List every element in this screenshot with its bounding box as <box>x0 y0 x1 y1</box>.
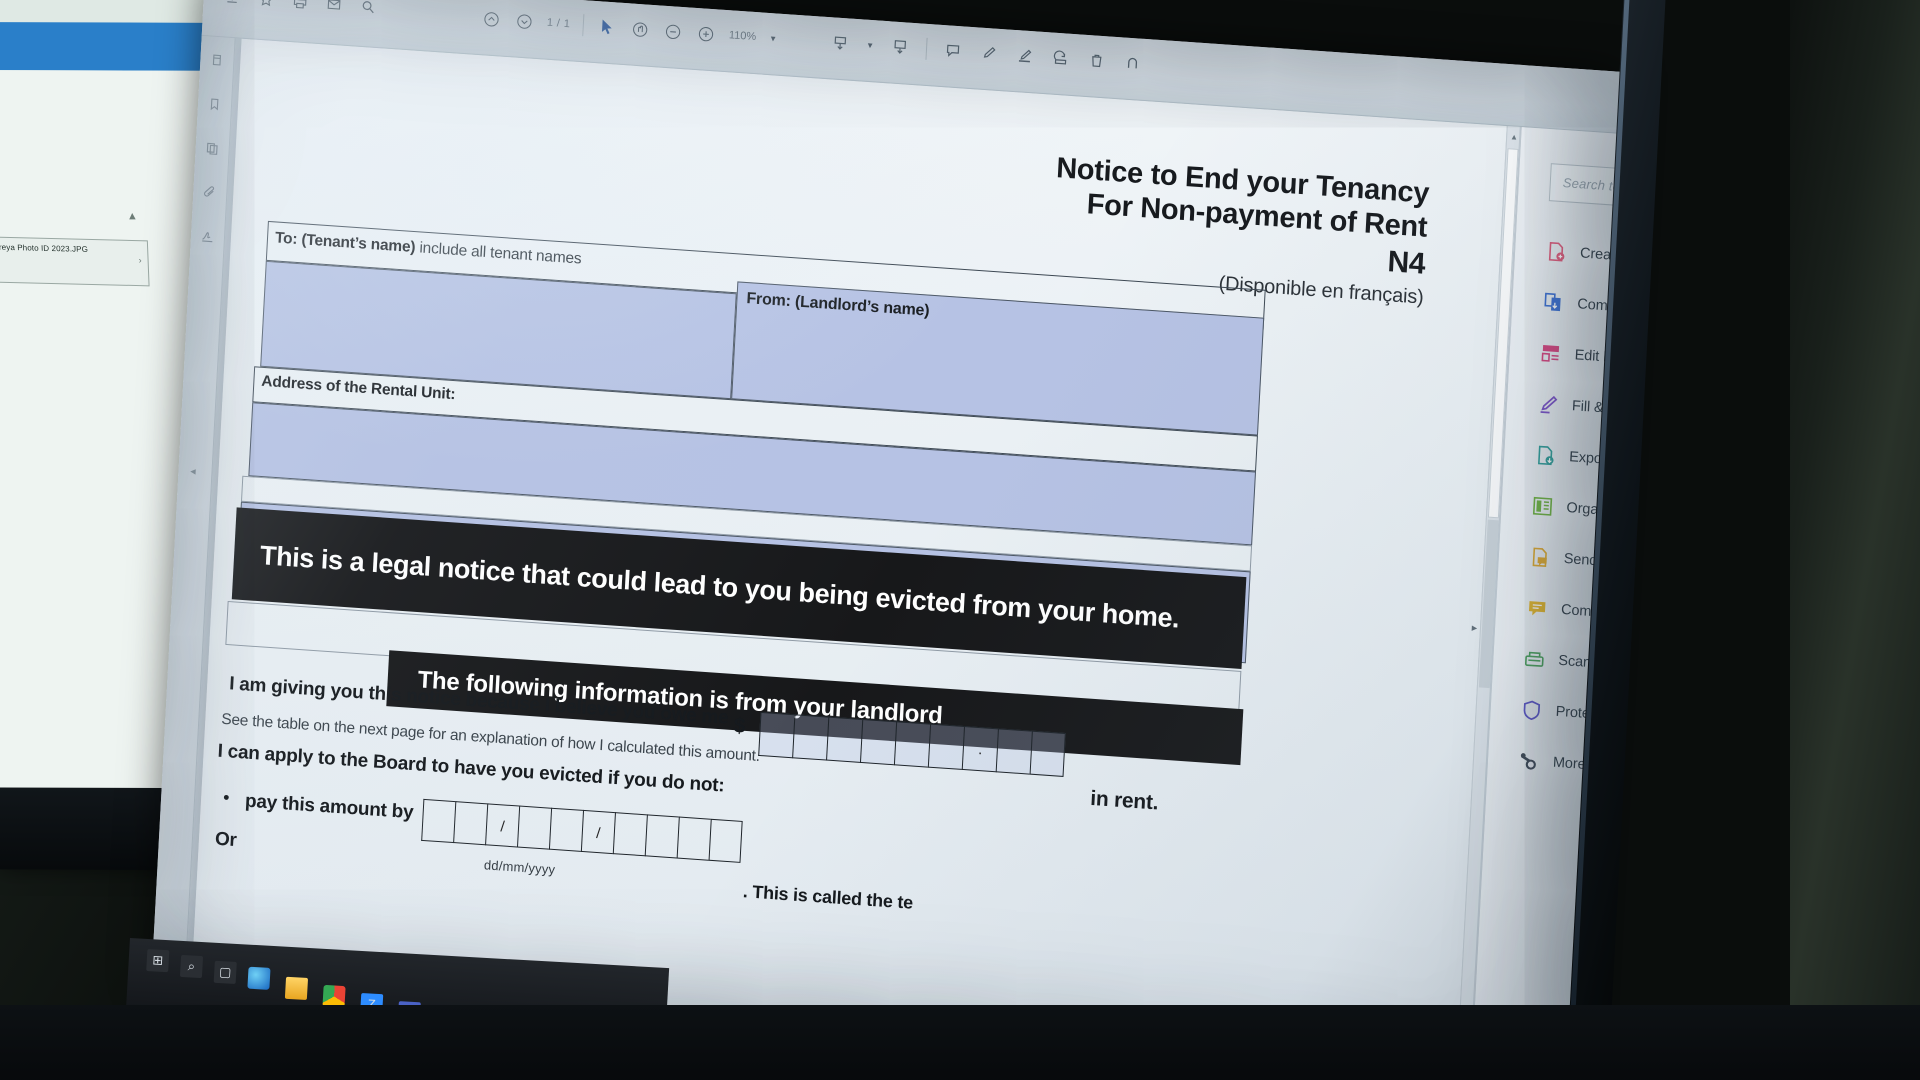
zoom-out-icon[interactable] <box>663 21 684 42</box>
amount-cell[interactable] <box>792 714 829 761</box>
sign-icon[interactable] <box>1014 45 1035 66</box>
comment-icon <box>1525 595 1549 620</box>
date-cell[interactable] <box>644 814 679 859</box>
date-format-hint: dd/mm/yyyy <box>483 857 556 878</box>
page-up-icon[interactable] <box>481 8 502 29</box>
save-icon[interactable] <box>221 0 242 8</box>
bullet-point-icon: • <box>222 787 231 808</box>
screen-bottom-edge <box>0 1005 1920 1080</box>
secondary-window-titlebar <box>0 21 214 71</box>
combine-files-icon <box>1541 290 1565 315</box>
chevron-icon[interactable]: ▲ <box>127 210 138 222</box>
stamp-icon[interactable] <box>1050 47 1071 68</box>
add-sticky-note-icon[interactable] <box>942 40 963 61</box>
due-date-input-boxes[interactable]: / / <box>421 798 743 863</box>
send-for-comments-icon <box>1527 544 1551 569</box>
amount-cell[interactable] <box>758 711 795 759</box>
date-separator-cell: / <box>485 803 520 848</box>
scan-and-ocr-icon <box>1522 646 1546 671</box>
edge-icon[interactable] <box>247 966 271 990</box>
toolbar-divider <box>582 14 585 37</box>
page-indicator[interactable]: 1 / 1 <box>547 17 571 31</box>
panel-collapse-icon[interactable]: ► <box>1470 623 1479 634</box>
date-cell[interactable] <box>421 798 456 844</box>
amount-cell[interactable] <box>1029 730 1066 777</box>
protect-icon <box>1519 697 1543 722</box>
page-down-icon[interactable] <box>513 10 534 31</box>
toolbar-left-group <box>221 0 379 28</box>
toolbar-divider-2 <box>925 37 928 60</box>
search-glyph: ⌕ <box>187 958 196 974</box>
main-monitor-screen: 1 / 1 110% ▼ ▼ ◄ Notice to End your Tena… <box>151 0 1622 1080</box>
file-name: OUT, Shreya Photo ID 2023.JPG <box>0 242 89 254</box>
bookmarks-icon[interactable] <box>205 94 224 113</box>
currency-symbol: $ <box>733 714 746 738</box>
document-canvas[interactable]: Notice to End your Tenancy For Non-payme… <box>185 38 1521 1074</box>
start-button[interactable]: ⊞ <box>146 948 170 973</box>
date-cell[interactable] <box>516 805 552 850</box>
zoom-dropdown-icon[interactable]: ▼ <box>769 34 777 44</box>
attachments-icon[interactable] <box>200 182 219 201</box>
amount-cell-decimal[interactable]: . <box>961 725 998 773</box>
taskbar-search-icon[interactable]: ⌕ <box>179 954 204 979</box>
form-title: Notice to End your Tenancy For Non-payme… <box>1052 151 1430 282</box>
export-pdf-icon <box>1533 443 1557 468</box>
rail-collapse-icon[interactable]: ◄ <box>188 466 197 477</box>
amount-cell[interactable] <box>859 718 897 766</box>
amount-cell[interactable] <box>826 716 863 763</box>
hand-tool-icon[interactable] <box>630 18 651 39</box>
fit-page-icon[interactable] <box>890 36 911 57</box>
termination-date-note: . This is called the te <box>742 881 914 913</box>
in-rent-label: in rent. <box>1089 786 1159 815</box>
right-wall <box>1790 0 1920 1080</box>
pdf-page: Notice to End your Tenancy For Non-payme… <box>188 38 1507 1074</box>
fit-dropdown-icon[interactable]: ▼ <box>866 40 874 50</box>
amount-cell[interactable] <box>995 728 1032 775</box>
select-tool-icon[interactable] <box>597 16 618 37</box>
date-cell[interactable] <box>548 807 584 852</box>
organize-pages-icon <box>1530 494 1554 519</box>
pay-by-label: pay this amount by <box>244 790 414 824</box>
create-pdf-icon <box>1544 239 1568 264</box>
zoom-in-icon[interactable] <box>695 23 716 44</box>
toolbar-center-group: 1 / 1 110% ▼ <box>480 7 777 49</box>
start-glyph: ⊞ <box>151 952 164 968</box>
more-tools-icon <box>1516 748 1540 773</box>
email-icon[interactable] <box>323 0 344 15</box>
amount-cell[interactable] <box>893 721 931 768</box>
file-list-item[interactable]: OUT, Shreya Photo ID 2023.JPG 9 KB › <box>0 235 150 287</box>
date-cell[interactable] <box>676 816 711 861</box>
highlight-icon[interactable] <box>978 43 999 64</box>
zoom-level-value[interactable]: 110% <box>729 29 757 43</box>
file-expand-icon[interactable]: › <box>138 255 141 265</box>
date-cell[interactable] <box>453 801 488 846</box>
signature-panel-icon[interactable] <box>198 226 217 245</box>
edit-pdf-icon <box>1538 341 1562 366</box>
undo-icon[interactable] <box>1122 52 1143 73</box>
print-icon[interactable] <box>289 0 310 12</box>
delete-icon[interactable] <box>1086 50 1107 71</box>
toolbar-right-group: ▼ <box>830 31 1143 75</box>
star-icon[interactable] <box>255 0 276 10</box>
date-cell[interactable] <box>612 812 647 857</box>
scroll-up-arrow-icon[interactable]: ▲ <box>1510 132 1518 142</box>
amount-cell[interactable] <box>927 723 965 770</box>
date-cell[interactable] <box>708 818 743 863</box>
date-separator-cell: / <box>580 809 615 855</box>
thumbnails-icon[interactable] <box>207 50 226 69</box>
n4-form: Notice to End your Tenancy For Non-payme… <box>189 39 1507 1074</box>
file-explorer-icon[interactable] <box>284 976 309 1000</box>
screenshot-root: ▲ OUT, Shreya Photo ID 2023.JPG 9 KB › E… <box>0 0 1920 1080</box>
or-label: Or <box>214 828 238 852</box>
fill-and-sign-icon <box>1535 392 1559 417</box>
pages-icon[interactable] <box>203 138 222 157</box>
taskview-glyph: ▢ <box>218 964 232 980</box>
task-view-icon[interactable]: ▢ <box>213 960 237 984</box>
search-icon[interactable] <box>357 0 378 17</box>
fit-width-icon[interactable] <box>830 32 851 53</box>
